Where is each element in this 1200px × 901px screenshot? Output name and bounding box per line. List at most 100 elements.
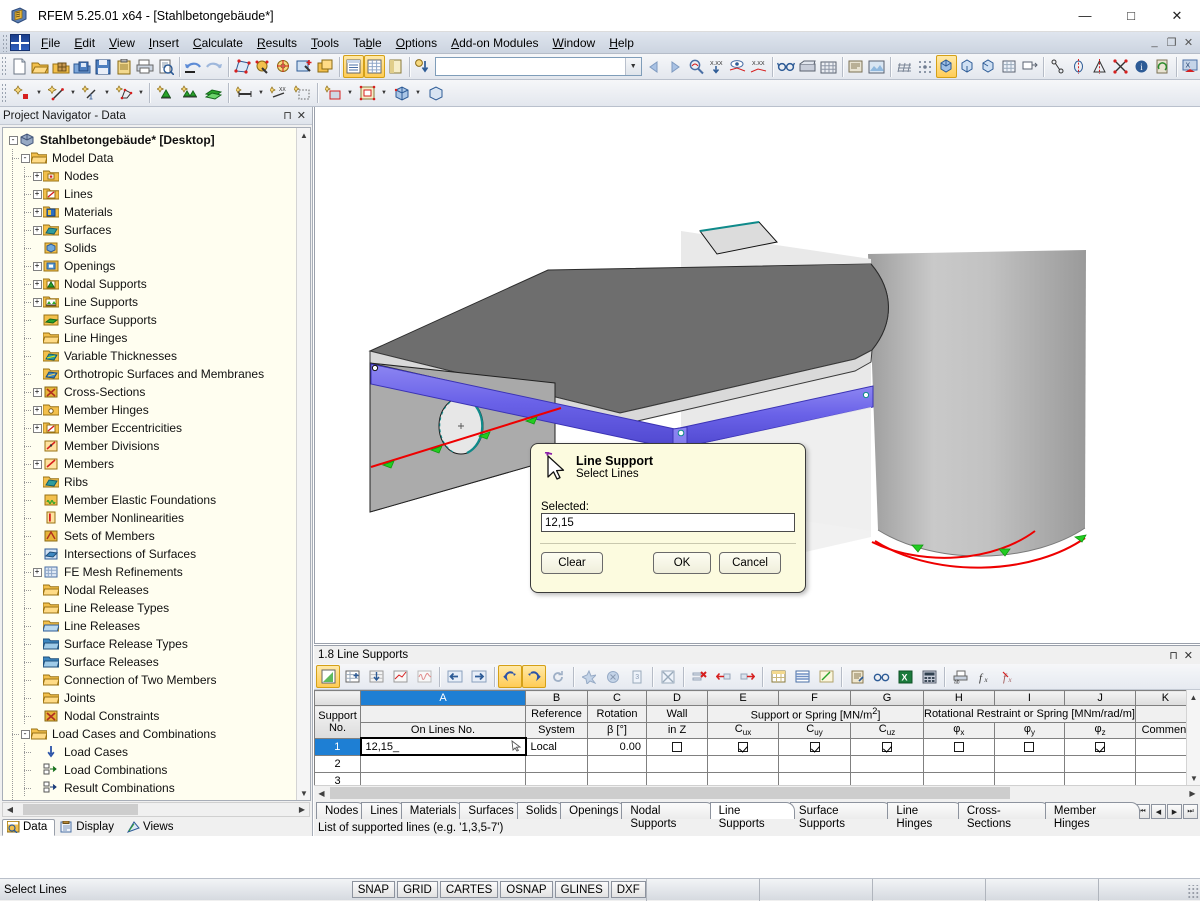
scroll-thumb[interactable]: [330, 787, 1010, 799]
status-toggle-snap[interactable]: SNAP: [352, 881, 395, 898]
cell-rotation[interactable]: 0.00: [588, 738, 647, 755]
table-tab-line-supports[interactable]: Line Supports: [710, 802, 795, 819]
expander-box[interactable]: +: [33, 298, 42, 307]
table-row[interactable]: 3: [315, 772, 1196, 785]
tree-item-surface-release-types[interactable]: Surface Release Types: [7, 635, 296, 653]
load-case-combo[interactable]: ▼: [435, 57, 641, 76]
cell-phiz[interactable]: [1065, 738, 1136, 755]
column-letter-E[interactable]: E: [708, 691, 779, 706]
table-tab-openings[interactable]: Openings: [560, 802, 626, 819]
new-mesh-refinement-icon[interactable]: [290, 82, 314, 105]
cell-wall-in-z[interactable]: [647, 738, 708, 755]
table-view-icon[interactable]: [343, 55, 364, 78]
isometric-view-icon[interactable]: [936, 55, 957, 78]
table-tab-nodes[interactable]: Nodes: [316, 802, 366, 819]
column-letter-I[interactable]: I: [994, 691, 1065, 706]
table-chart-icon[interactable]: [388, 665, 412, 688]
tree-item-line-releases[interactable]: Line Releases: [7, 617, 296, 635]
cell-cux[interactable]: [708, 738, 779, 755]
tree-item-surface-releases[interactable]: Surface Releases: [7, 653, 296, 671]
redo-icon[interactable]: [522, 665, 546, 688]
cell-J[interactable]: [1065, 755, 1136, 772]
new-line-dropdown[interactable]: ▼: [68, 82, 78, 105]
tree-expander-expand[interactable]: +: [31, 275, 43, 293]
scroll-down-icon[interactable]: ▼: [1187, 771, 1200, 785]
table-settings-icon[interactable]: [845, 665, 869, 688]
cell-on-lines[interactable]: 12,15_: [361, 738, 526, 755]
menu-bar[interactable]: File Edit View Insert Calculate Results …: [0, 32, 1200, 54]
table-tab-cross-sections[interactable]: Cross-Sections: [958, 802, 1050, 819]
expander-box[interactable]: +: [33, 388, 42, 397]
new-node-dropdown[interactable]: ▼: [34, 82, 44, 105]
undo-icon[interactable]: [183, 55, 204, 78]
close-icon[interactable]: ✕: [1184, 649, 1193, 662]
info-icon[interactable]: i: [1131, 55, 1152, 78]
tree-expander-expand[interactable]: +: [31, 221, 43, 239]
new-solid-dropdown[interactable]: ▼: [413, 82, 423, 105]
new-polyline-icon[interactable]: [112, 82, 136, 105]
new-member-dropdown[interactable]: ▼: [256, 82, 266, 105]
table-panel[interactable]: 1.8 Line Supports ⊓ ✕: [314, 645, 1200, 836]
tree-item-member-hinges[interactable]: +Member Hinges: [7, 401, 296, 419]
rotate-icon[interactable]: [1110, 55, 1131, 78]
function-off-icon[interactable]: fx: [996, 665, 1020, 688]
scroll-thumb[interactable]: [23, 804, 138, 815]
menu-edit[interactable]: Edit: [67, 34, 102, 52]
cell-G[interactable]: [851, 772, 924, 785]
project-navigator-panel[interactable]: Project Navigator - Data ⊓ ✕ -Stahlbeton…: [0, 107, 313, 836]
tree-item-intersections-of-surfaces[interactable]: Intersections of Surfaces: [7, 545, 296, 563]
close-icon[interactable]: ✕: [297, 109, 306, 122]
cancel-button[interactable]: Cancel: [719, 552, 781, 574]
tree-expander-expand[interactable]: +: [31, 401, 43, 419]
mesh-icon[interactable]: [999, 55, 1020, 78]
tree-item-model-data[interactable]: -Model Data: [7, 149, 296, 167]
navigator-tab-views[interactable]: Views: [122, 819, 181, 836]
cell-G[interactable]: [851, 755, 924, 772]
expander-box[interactable]: +: [33, 406, 42, 415]
expander-box[interactable]: -: [21, 154, 30, 163]
new-line-dim-dropdown[interactable]: ▼: [102, 82, 112, 105]
tree-item-lines[interactable]: +Lines: [7, 185, 296, 203]
new-opening-icon[interactable]: [355, 82, 379, 105]
table-style-icon[interactable]: [766, 665, 790, 688]
mdi-restore-button[interactable]: ❐: [1164, 36, 1179, 49]
cell-A[interactable]: [361, 772, 526, 785]
window-controls[interactable]: — □ ✕: [1062, 0, 1200, 32]
navigator-vertical-scrollbar[interactable]: ▲ ▼: [296, 128, 310, 800]
render-icon[interactable]: [797, 55, 818, 78]
table-panel-icon[interactable]: [385, 55, 406, 78]
expander-box[interactable]: +: [33, 568, 42, 577]
select-surface-icon[interactable]: [232, 55, 253, 78]
new-load-case-icon[interactable]: [412, 55, 433, 78]
table-tab-solids[interactable]: Solids: [517, 802, 565, 819]
status-toggles[interactable]: SNAPGRIDCARTESOSNAPGLINESDXF: [352, 881, 646, 898]
select-node-icon[interactable]: [253, 55, 274, 78]
close-button[interactable]: ✕: [1154, 0, 1200, 32]
new-node-icon[interactable]: [10, 82, 34, 105]
tree-expander-expand[interactable]: +: [31, 203, 43, 221]
cell-phiy[interactable]: [994, 738, 1065, 755]
select-window-icon[interactable]: [294, 55, 315, 78]
value-xxx-icon[interactable]: X.XX: [706, 55, 727, 78]
cell-F[interactable]: [779, 755, 851, 772]
menu-addon-modules[interactable]: Add-on Modules: [444, 34, 545, 52]
add-row-icon[interactable]: [577, 665, 601, 688]
tree-item-member-nonlinearities[interactable]: Member Nonlinearities: [7, 509, 296, 527]
table-row[interactable]: 2: [315, 755, 1196, 772]
ok-button[interactable]: OK: [653, 552, 711, 574]
tree-expander-collapse[interactable]: -: [19, 725, 31, 743]
navigator-tree-container[interactable]: -Stahlbetongebäude* [Desktop]-Model Data…: [2, 127, 311, 801]
zoom-deformation-icon[interactable]: [685, 55, 706, 78]
cell-reference-system[interactable]: Local: [526, 738, 588, 755]
menu-help[interactable]: Help: [602, 34, 641, 52]
tree-item-fe-mesh-refinements[interactable]: +FE Mesh Refinements: [7, 563, 296, 581]
new-polyline-dropdown[interactable]: ▼: [136, 82, 146, 105]
new-surface-icon[interactable]: [321, 82, 345, 105]
result-values-icon[interactable]: X.XX: [748, 55, 769, 78]
cell-E[interactable]: [708, 755, 779, 772]
expander-box[interactable]: +: [33, 208, 42, 217]
tree-expander-expand[interactable]: +: [31, 167, 43, 185]
clear-table-icon[interactable]: [656, 665, 680, 688]
new-solid-icon[interactable]: [389, 82, 413, 105]
tree-item-loads[interactable]: Loads: [7, 797, 296, 800]
